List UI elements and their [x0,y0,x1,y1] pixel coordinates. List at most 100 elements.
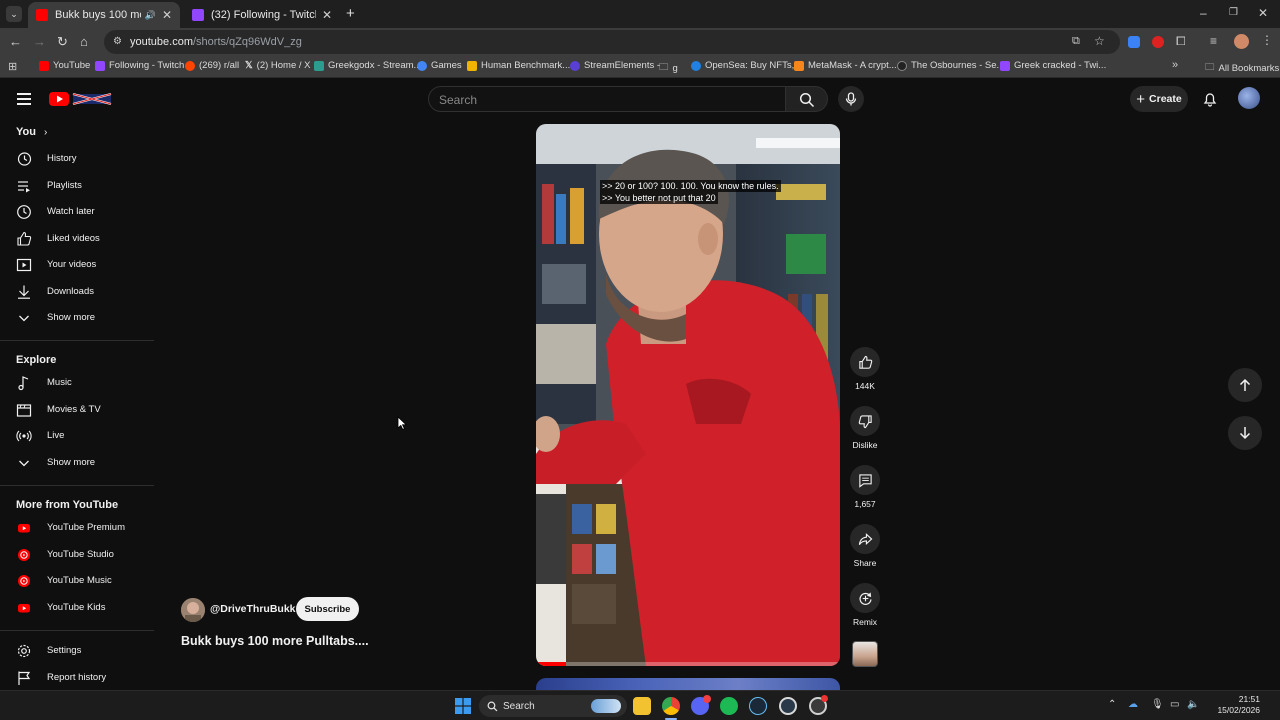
dislike-circle[interactable] [850,406,880,436]
restore-icon[interactable]: ❐ [1229,7,1238,18]
youtube-logo[interactable] [49,91,113,107]
channel-name[interactable]: @DriveThruBukk [210,603,296,615]
create-button[interactable]: + Create [1130,86,1188,112]
you-section-heading[interactable]: You › [16,126,47,138]
sound-thumbnail[interactable] [852,641,878,667]
spotify-icon[interactable] [720,697,738,715]
forward-icon[interactable]: → [33,34,46,49]
sidebar-item-youtube-premium[interactable]: YouTube Premium [0,515,154,541]
close-tab-icon[interactable]: ✕ [322,8,332,22]
bookmark-folder-g[interactable]: 🗀 g [659,60,678,76]
all-bookmarks-folder[interactable]: 🗀 All Bookmarks [1205,60,1279,76]
bookmark-x[interactable]: 𝕏 (2) Home / X [245,60,311,71]
dislike-button[interactable]: Dislike [849,406,881,450]
close-window-icon[interactable]: ✕ [1258,6,1268,20]
short-title[interactable]: Bukk buys 100 more Pulltabs.... [181,634,369,648]
volume-icon[interactable]: 🔈 [1187,699,1199,710]
speaker-icon[interactable]: 🔊 [145,10,156,21]
like-button[interactable]: 144K [849,347,881,391]
taskbar-clock[interactable]: 21:51 15/02/2026 [1200,694,1260,716]
sidebar-item-live[interactable]: Live [0,423,154,449]
bookmark-opensea[interactable]: OpenSea: Buy NFTs,... [691,60,802,71]
sidebar-item-settings[interactable]: Settings [0,638,154,664]
sidebar-item-liked-videos[interactable]: Liked videos [0,226,154,252]
extension-red-icon[interactable] [1152,36,1164,48]
network-icon[interactable]: ▭ [1170,699,1179,710]
sidebar-item-youtube-studio[interactable]: YouTube Studio [0,542,154,568]
windows-start-icon[interactable] [455,698,471,714]
share-circle[interactable] [850,524,880,554]
back-icon[interactable]: ← [9,34,22,49]
remix-circle[interactable] [850,583,880,613]
more-bookmarks-chevron-icon[interactable]: » [1172,59,1178,71]
bookmark-metamask[interactable]: MetaMask - A crypt... [794,60,897,71]
site-info-icon[interactable]: ⚙ [113,36,122,47]
show-hidden-icons-chevron[interactable]: ⌃ [1108,699,1116,710]
sidebar-item-downloads[interactable]: Downloads [0,279,154,305]
browser-menu-icon[interactable]: ⋮ [1261,33,1273,47]
sidebar-item-report-history[interactable]: Report history [0,665,154,691]
apps-grid-icon[interactable]: ⊞ [8,60,17,73]
sidebar-item-music[interactable]: Music [0,370,154,396]
onedrive-icon[interactable]: ☁ [1128,699,1138,710]
extensions-puzzle-icon[interactable]: ⧠ [1176,34,1186,49]
sidebar-item-youtube-music[interactable]: YouTube Music [0,568,154,594]
file-explorer-icon[interactable] [633,697,651,715]
minimize-icon[interactable]: – [1200,6,1207,20]
bookmark-osbournes[interactable]: The Osbournes - Se... [897,60,1004,71]
voice-search-button[interactable] [838,86,864,112]
search-button[interactable] [786,86,828,112]
remix-button[interactable]: Remix [849,583,881,627]
close-tab-icon[interactable]: ✕ [162,8,172,22]
install-app-icon[interactable]: ⧉ [1072,35,1080,48]
sidebar-show-more-you[interactable]: Show more [0,305,154,331]
next-short-button[interactable] [1228,416,1262,450]
sidebar-item-movies-tv[interactable]: Movies & TV [0,397,154,423]
subscribe-button[interactable]: Subscribe [296,597,359,621]
taskbar-search-box[interactable]: Search [479,695,627,717]
download-icon [18,285,30,299]
tab-search-dropdown-icon[interactable]: ⌄ [6,6,22,22]
address-bar[interactable]: ⚙ youtube.com/shorts/qZq96WdV_zg ⧉ ☆ [104,30,1120,54]
bookmark-reddit[interactable]: (269) r/all [185,60,239,71]
sidebar-show-more-explore[interactable]: Show more [0,450,154,476]
comment-icon [858,473,872,488]
account-avatar[interactable] [1238,87,1260,109]
sidebar-item-history[interactable]: History [0,146,154,172]
tab-twitch-following[interactable]: (32) Following - Twitch ✕ [184,2,340,28]
reload-icon[interactable]: ↻ [57,34,68,50]
extension-blue-icon[interactable] [1128,36,1140,48]
bookmark-greek-cracked[interactable]: Greek cracked - Twi... [1000,60,1106,71]
bookmark-twitch-following[interactable]: Following - Twitch [95,60,184,71]
reading-list-icon[interactable]: ≡ [1210,34,1217,48]
comments-circle[interactable] [850,465,880,495]
bookmark-games[interactable]: Games [417,60,462,71]
hamburger-menu-icon[interactable] [17,93,31,105]
previous-short-button[interactable] [1228,368,1262,402]
short-video-player[interactable]: >> 20 or 100? 100. 100. You know the rul… [536,124,840,666]
comments-button[interactable]: 1,657 [849,465,881,509]
steam-icon[interactable] [749,697,767,715]
profile-avatar-icon[interactable] [1234,34,1249,49]
notifications-bell-icon[interactable] [1202,91,1218,107]
sidebar-item-youtube-kids[interactable]: YouTube Kids [0,595,154,621]
channel-avatar[interactable] [181,598,205,622]
sidebar-item-your-videos[interactable]: Your videos [0,252,154,278]
sidebar-item-watch-later[interactable]: Watch later [0,199,154,225]
ccleaner-icon[interactable] [779,697,797,715]
home-icon[interactable]: ⌂ [80,34,88,49]
bookmark-youtube[interactable]: YouTube [39,60,90,71]
new-tab-icon[interactable]: + [346,5,355,22]
microphone-icon[interactable]: 🎙 [1151,699,1164,710]
bookmark-greekgodx-stream[interactable]: Greekgodx - Stream... [314,60,421,71]
bookmark-human-benchmark[interactable]: Human Benchmark... [467,60,570,71]
bookmark-streamelements[interactable]: StreamElements - [570,60,660,71]
chrome-icon[interactable] [662,697,680,715]
sidebar-item-label: Settings [47,645,82,656]
share-button[interactable]: Share [849,524,881,568]
search-input[interactable]: Search [428,86,786,112]
tab-youtube-short[interactable]: Bukk buys 100 more Pulltab 🔊 ✕ [28,2,180,28]
like-circle[interactable] [850,347,880,377]
bookmark-star-icon[interactable]: ☆ [1094,34,1105,48]
sidebar-item-playlists[interactable]: Playlists [0,173,154,199]
